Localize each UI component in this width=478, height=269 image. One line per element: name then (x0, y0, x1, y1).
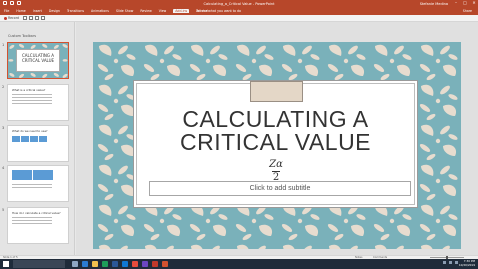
slide-number: 5 (2, 208, 5, 212)
tab-file[interactable]: File (4, 9, 9, 13)
file-explorer-icon[interactable] (92, 261, 98, 267)
acrobat-icon[interactable] (152, 261, 158, 267)
slide-title[interactable]: CALCULATING A CRITICAL VALUE (138, 108, 413, 154)
slide-number: 4 (2, 166, 5, 170)
tab-design[interactable]: Design (49, 9, 60, 13)
thumbnail-table (12, 170, 53, 180)
powerpoint-icon[interactable] (162, 261, 168, 267)
ribbon-tabs-bar: File Home Insert Design Transitions Anim… (0, 8, 478, 15)
outlook-icon[interactable] (122, 261, 128, 267)
thumbnail-title: What do we need to use? (12, 129, 48, 133)
close-button[interactable]: ✕ (472, 1, 476, 5)
thumbnail-title: What is a critical value? (12, 88, 46, 92)
taskbar-apps (72, 261, 168, 267)
word-icon[interactable] (112, 261, 118, 267)
system-tray (443, 261, 458, 264)
toolbar-button-2-icon[interactable] (29, 16, 33, 20)
record-label: Record (8, 16, 20, 20)
windows-start-icon[interactable] (3, 261, 9, 267)
slide-number: 1 (2, 43, 5, 47)
pane-title: Custom Toolbars (8, 34, 37, 38)
thumbnail-title-frame: CALCULATING A CRITICAL VALUE (16, 49, 60, 72)
custom-toolbar-icons (23, 16, 45, 20)
record-button[interactable]: Record (4, 16, 19, 20)
tell-me-search[interactable]: Tell me what you want to do (196, 9, 241, 13)
title-bar: Calculating_a_Critical Value - PowerPoin… (0, 0, 478, 8)
maximize-button[interactable]: □ (463, 1, 467, 5)
tab-home[interactable]: Home (16, 9, 25, 13)
current-slide[interactable]: CALCULATING A CRITICAL VALUE Zα 2 Click … (93, 42, 461, 249)
tab-add-ins[interactable]: Add-ins (173, 9, 190, 13)
document-title: Calculating_a_Critical Value - PowerPoin… (203, 2, 275, 6)
slide-thumbnail-2[interactable]: What is a critical value? (7, 84, 69, 121)
toolbar-button-3-icon[interactable] (35, 16, 39, 20)
slide-thumbnail-1[interactable]: CALCULATING A CRITICAL VALUE (7, 42, 69, 79)
battery-icon[interactable] (455, 261, 458, 264)
clock-date: 10/20/2019 (458, 262, 475, 267)
windows-taskbar: 7:30 PM 10/20/2019 (0, 259, 478, 269)
slide-thumbnail-pane: Custom Toolbars 1 CALCULATING A CRITICAL… (0, 22, 75, 255)
tab-review[interactable]: Review (140, 9, 151, 13)
subtitle-placeholder[interactable]: Click to add subtitle (149, 181, 411, 196)
minimize-button[interactable]: – (454, 1, 458, 5)
tab-insert[interactable]: Insert (33, 9, 42, 13)
thumbnail-body-lines (12, 94, 52, 106)
formula-numerator: Zα (269, 159, 283, 170)
onenote-icon[interactable] (142, 261, 148, 267)
tab-transitions[interactable]: Transitions (67, 9, 84, 13)
task-view-icon[interactable] (72, 261, 78, 267)
slide-number: 3 (2, 126, 5, 130)
window-controls: – □ ✕ (454, 1, 476, 5)
record-icon (4, 16, 7, 20)
thumbnail-table (12, 136, 47, 142)
slide-thumbnail-5[interactable]: How do I calculate a critical value? (7, 207, 69, 244)
powerpoint-window: Calculating_a_Critical Value - PowerPoin… (0, 0, 478, 269)
ribbon-tabs: File Home Insert Design Transitions Anim… (4, 9, 208, 13)
chrome-icon[interactable] (132, 261, 138, 267)
excel-icon[interactable] (102, 261, 108, 267)
tab-view[interactable]: View (159, 9, 167, 13)
tab-slide-show[interactable]: Slide Show (116, 9, 133, 13)
slide-number: 2 (2, 85, 5, 89)
taskbar-search[interactable] (13, 260, 65, 268)
share-button[interactable]: Share (463, 9, 472, 13)
slide-thumbnail-3[interactable]: What do we need to use? (7, 125, 69, 162)
network-icon[interactable] (443, 261, 446, 264)
slide-editing-area: CALCULATING A CRITICAL VALUE Zα 2 Click … (76, 22, 478, 255)
toolbar-button-4-icon[interactable] (41, 16, 45, 20)
toolbar-button-1-icon[interactable] (23, 16, 27, 20)
thumbnail-body-lines (12, 184, 52, 190)
volume-icon[interactable] (449, 261, 452, 264)
critical-value-formula[interactable]: Zα 2 (263, 159, 289, 183)
decorative-tab (250, 81, 303, 102)
ribbon-toolbar: Record (0, 15, 478, 22)
thumbnail-title: How do I calculate a critical value? (12, 211, 61, 215)
thumbnail-title: CALCULATING A CRITICAL VALUE (21, 53, 55, 63)
user-name[interactable]: Stefanie Medina (420, 2, 448, 6)
taskbar-clock[interactable]: 7:30 PM 10/20/2019 (458, 259, 475, 267)
tab-animations[interactable]: Animations (91, 9, 109, 13)
edge-browser-icon[interactable] (82, 261, 88, 267)
slide-thumbnail-4[interactable] (7, 165, 69, 202)
thumbnail-body-lines (12, 217, 52, 226)
